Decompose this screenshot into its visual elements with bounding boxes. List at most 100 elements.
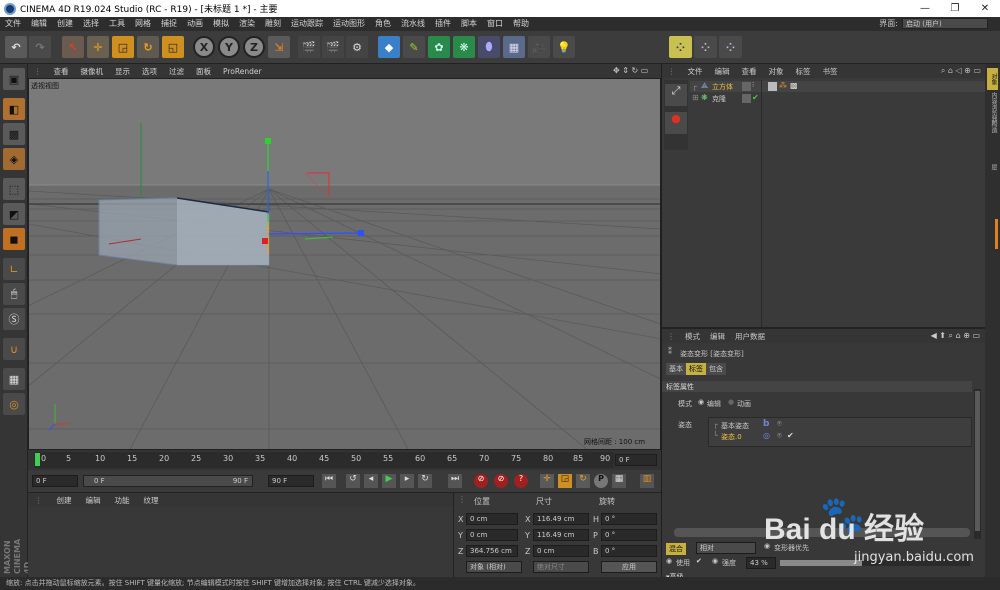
dock-tab-objects[interactable]: 对象 bbox=[987, 68, 998, 90]
size-y-field[interactable]: 116.49 cm bbox=[533, 529, 589, 541]
coord-mode-dropdown[interactable]: 对象 (相对) bbox=[466, 561, 522, 573]
start-frame-field[interactable]: 0 F bbox=[32, 475, 78, 487]
position-z-field[interactable]: 364.756 cm bbox=[466, 545, 518, 557]
menu-file[interactable]: 文件 bbox=[0, 17, 26, 31]
viewport-panel-handle-icon[interactable]: ⋮ bbox=[28, 67, 48, 76]
texture-tag-icon[interactable]: ⁂ bbox=[779, 81, 787, 90]
lock-icon[interactable]: ⍟ bbox=[777, 419, 782, 429]
menu-pipeline[interactable]: 流水线 bbox=[396, 17, 430, 31]
attribute-menu-mode[interactable]: 模式 bbox=[680, 331, 705, 342]
attribute-panel-handle-icon[interactable]: ⋮ bbox=[662, 332, 680, 341]
material-menu-edit[interactable]: 编辑 bbox=[79, 495, 108, 506]
rotate-tool-icon[interactable]: ↻ bbox=[137, 36, 159, 58]
viewport-nav-icons[interactable]: ✥ ⇕ ↻ ▭ bbox=[613, 66, 648, 75]
redo-icon[interactable]: ↷ bbox=[29, 36, 51, 58]
menu-character[interactable]: 角色 bbox=[370, 17, 396, 31]
visibility-toggle-icon[interactable] bbox=[742, 82, 751, 91]
keyframe-selection-icon[interactable]: ? bbox=[514, 474, 528, 488]
pose-check-icon[interactable]: ✔ bbox=[787, 431, 794, 440]
menu-animate[interactable]: 动画 bbox=[182, 17, 208, 31]
snap-icon[interactable]: Ⓢ bbox=[3, 308, 25, 330]
menu-script[interactable]: 脚本 bbox=[456, 17, 482, 31]
object-row-cloner[interactable]: ⊞ ❋ 克隆 ✔ bbox=[690, 93, 986, 104]
next-key-icon[interactable]: ↻ bbox=[418, 474, 432, 488]
cube-primitive-icon[interactable]: ◆ bbox=[378, 36, 400, 58]
deformer-icon[interactable]: ⬮ bbox=[478, 36, 500, 58]
playhead-marker[interactable] bbox=[35, 453, 40, 466]
attribute-menu-edit[interactable]: 编辑 bbox=[705, 331, 730, 342]
coords-panel-handle-icon[interactable]: ⋮ bbox=[458, 495, 466, 504]
undo-icon[interactable]: ↶ bbox=[5, 36, 27, 58]
autokey-icon[interactable]: ⊘ bbox=[494, 474, 508, 488]
lock-icon[interactable]: ⍟ bbox=[777, 431, 782, 441]
mode-option-animate[interactable]: 动画 bbox=[737, 399, 751, 409]
blend-dropdown[interactable]: 相对 bbox=[696, 542, 756, 554]
workplane-mode-icon[interactable]: ◈ bbox=[3, 148, 25, 170]
attribute-menu-userdata[interactable]: 用户数据 bbox=[730, 331, 770, 342]
object-name-cloner[interactable]: 克隆 bbox=[712, 94, 726, 104]
use-check-icon[interactable]: ✔ bbox=[696, 557, 702, 565]
lock-workplane-icon[interactable]: ▦ bbox=[3, 368, 25, 390]
live-selection-icon[interactable]: ↖ bbox=[62, 36, 84, 58]
prev-key-icon[interactable]: ↺ bbox=[346, 474, 360, 488]
recent-tool-icon[interactable]: ◱ bbox=[162, 36, 184, 58]
size-x-field[interactable]: 116.49 cm bbox=[533, 513, 589, 525]
move-tool-icon[interactable]: ✛ bbox=[87, 36, 109, 58]
play-icon[interactable]: ▶ bbox=[382, 474, 396, 488]
viewport-menu-prorender[interactable]: ProRender bbox=[217, 67, 268, 76]
menu-mograph[interactable]: 运动图形 bbox=[328, 17, 370, 31]
mode-option-edit[interactable]: 编辑 bbox=[707, 399, 721, 409]
pose-item-pose0[interactable]: 姿态.0 bbox=[721, 432, 742, 442]
go-to-start-icon[interactable]: ⏮ bbox=[322, 474, 336, 488]
menu-render[interactable]: 渲染 bbox=[234, 17, 260, 31]
make-editable-icon[interactable]: ▣ bbox=[3, 68, 25, 90]
object-record-icon[interactable]: ● bbox=[665, 112, 687, 134]
viewport-menu-panel[interactable]: 面板 bbox=[190, 66, 217, 77]
dock-tab-layers[interactable]: 层 bbox=[987, 156, 998, 178]
material-menu-create[interactable]: 创建 bbox=[50, 495, 79, 506]
object-menu-objects[interactable]: 对象 bbox=[763, 66, 790, 77]
floor-icon[interactable]: ▦ bbox=[503, 36, 525, 58]
z-axis-lock-button[interactable]: Z bbox=[243, 36, 265, 58]
texture-mode-icon[interactable]: ▩ bbox=[3, 123, 25, 145]
tab-include[interactable]: 包含 bbox=[706, 363, 726, 375]
menu-snap[interactable]: 捕捉 bbox=[156, 17, 182, 31]
axis-mode-icon[interactable]: ∟ bbox=[3, 258, 25, 280]
material-menu-function[interactable]: 功能 bbox=[108, 495, 137, 506]
mode-radio-animate-icon[interactable]: ● bbox=[728, 398, 734, 406]
object-menu-view[interactable]: 查看 bbox=[736, 66, 763, 77]
key-pla-icon[interactable]: ▦ bbox=[612, 474, 626, 488]
record-icon[interactable]: ⊘ bbox=[474, 474, 488, 488]
perspective-viewport[interactable]: 透视视图 网格间距 : 100 cm bbox=[28, 78, 661, 450]
layout-switch-icon[interactable]: ⁘ bbox=[669, 36, 692, 58]
expand-icon[interactable]: ⊞ bbox=[692, 93, 699, 102]
camera-icon[interactable]: 🎥 bbox=[528, 36, 550, 58]
object-manager-tools-icons[interactable]: ⌕ ⌂ ◁ ⊕ ▭ bbox=[941, 66, 981, 76]
strength-radio-icon[interactable]: ◉ bbox=[712, 557, 718, 565]
menu-help[interactable]: 帮助 bbox=[508, 17, 534, 31]
render-settings-icon[interactable]: ⚙ bbox=[346, 36, 368, 58]
use-radio-icon[interactable]: ◉ bbox=[666, 557, 672, 565]
viewport-menu-view[interactable]: 查看 bbox=[48, 66, 75, 77]
tweak-mode-icon[interactable]: 🖱 bbox=[3, 283, 25, 305]
menu-plugins[interactable]: 插件 bbox=[430, 17, 456, 31]
layer-dots-icon[interactable]: ⁝ bbox=[752, 81, 754, 89]
frame-range-slider[interactable]: 0 F 90 F bbox=[83, 475, 253, 487]
menu-edit[interactable]: 编辑 bbox=[26, 17, 52, 31]
magnet-icon[interactable]: ∪ bbox=[3, 338, 25, 360]
hierarchy-tool-icon[interactable]: ⤢ bbox=[665, 84, 687, 106]
tab-basic[interactable]: 基本 bbox=[666, 363, 686, 375]
render-picture-viewer-icon[interactable]: 🎬 bbox=[322, 36, 344, 58]
key-scale-icon[interactable]: ◲ bbox=[558, 474, 572, 488]
menu-window[interactable]: 窗口 bbox=[482, 17, 508, 31]
material-panel-handle-icon[interactable]: ⋮ bbox=[28, 496, 50, 505]
material-menu-texture[interactable]: 纹理 bbox=[137, 495, 166, 506]
viewport-menu-display[interactable]: 显示 bbox=[109, 66, 136, 77]
apply-button[interactable]: 应用 bbox=[601, 561, 657, 573]
dock-tab-structure[interactable]: 构造 bbox=[987, 112, 998, 142]
coordinate-system-icon[interactable]: ⇲ bbox=[268, 36, 290, 58]
object-name-cube[interactable]: 立方体 bbox=[712, 82, 733, 92]
object-menu-file[interactable]: 文件 bbox=[682, 66, 709, 77]
render-view-icon[interactable]: 🎬 bbox=[298, 36, 320, 58]
object-menu-edit[interactable]: 编辑 bbox=[709, 66, 736, 77]
